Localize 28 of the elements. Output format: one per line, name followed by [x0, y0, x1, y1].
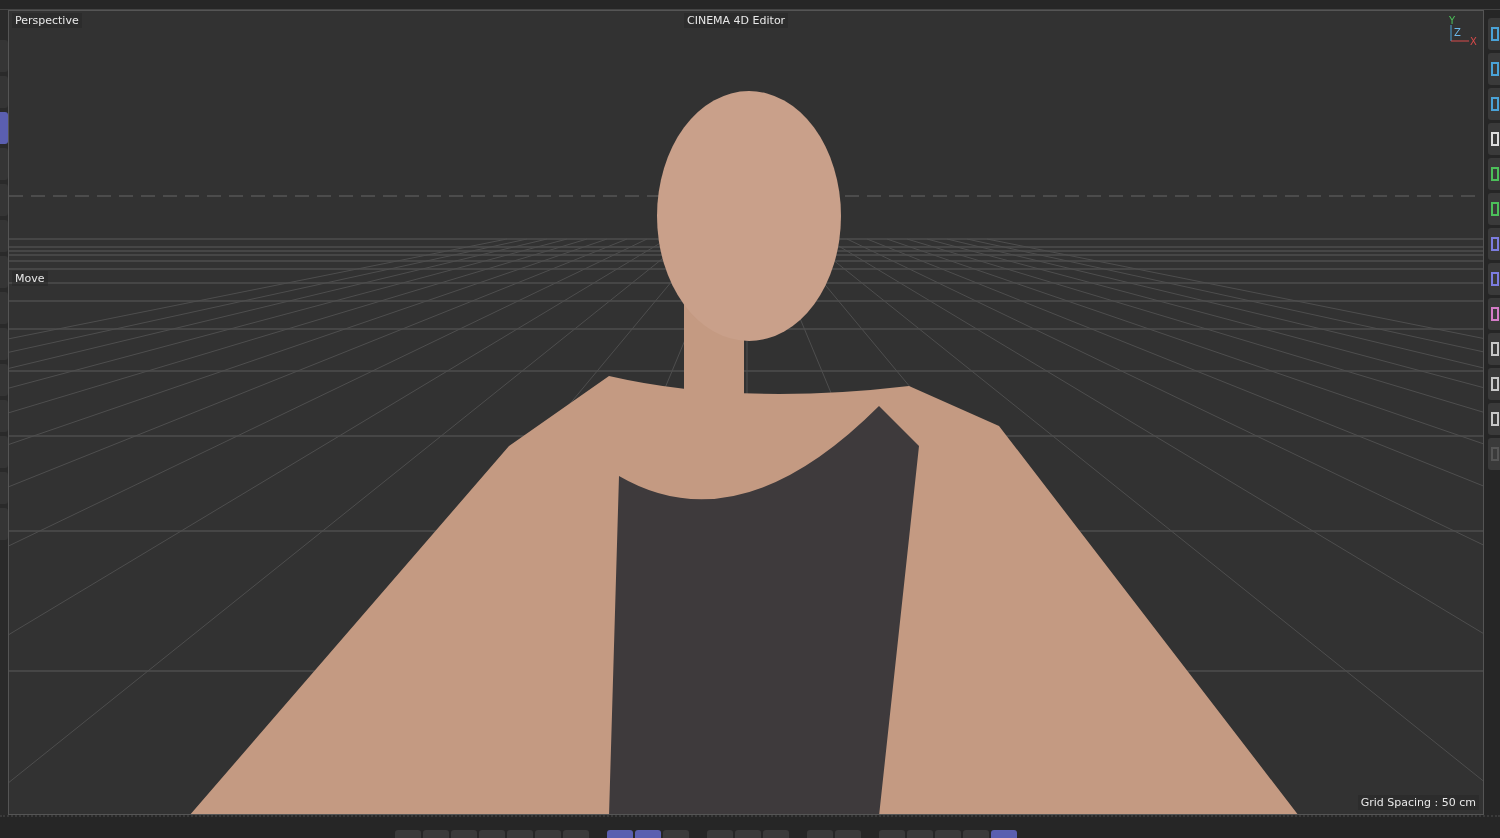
toolbar-button[interactable] [991, 830, 1017, 838]
tool-button[interactable] [0, 220, 8, 252]
tool-button[interactable] [0, 436, 8, 468]
tool-button[interactable] [0, 112, 8, 144]
tool-icon[interactable] [1491, 202, 1499, 216]
tool-button[interactable] [0, 364, 8, 396]
tool-button[interactable] [0, 256, 8, 288]
camera-label: Perspective [12, 13, 82, 28]
toolbar-button[interactable] [635, 830, 661, 838]
toolbar-button[interactable] [607, 830, 633, 838]
tool-button[interactable] [0, 76, 8, 108]
tool-button[interactable] [0, 184, 8, 216]
tool-icon[interactable] [1491, 307, 1499, 321]
tool-button[interactable] [0, 472, 8, 504]
tool-button[interactable] [0, 292, 8, 324]
tool-button[interactable] [0, 40, 8, 72]
tool-label: Move [12, 271, 48, 286]
tool-button[interactable] [0, 400, 8, 432]
tool-button[interactable] [0, 328, 8, 360]
tool-icon[interactable] [1491, 27, 1499, 41]
tool-icon[interactable] [1491, 62, 1499, 76]
axis-gizmo-drawing: Y Z X [1445, 15, 1479, 47]
viewport-title: CINEMA 4D Editor [684, 13, 789, 28]
tool-button[interactable] [0, 508, 8, 540]
grid-spacing-label: Grid Spacing : 50 cm [1357, 795, 1479, 810]
tool-icon[interactable] [1491, 167, 1499, 181]
tool-icon[interactable] [1491, 97, 1499, 111]
tool-button[interactable] [0, 148, 8, 180]
